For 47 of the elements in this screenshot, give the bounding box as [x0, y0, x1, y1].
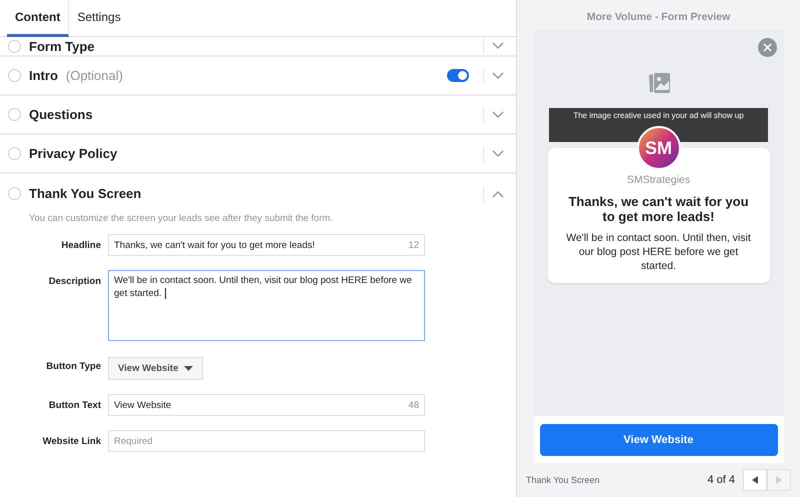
- caret-icon: [184, 366, 194, 371]
- radio-button[interactable]: [8, 187, 21, 200]
- preview-description: We'll be in contact soon. Until then, visit our blog post HERE before we get started.: [566, 231, 752, 273]
- optional-note: (Optional): [66, 68, 123, 83]
- field-label: Description: [48, 275, 102, 287]
- character-count: 12: [408, 240, 419, 250]
- tab[interactable]: Content: [7, 0, 70, 36]
- chevron-down-icon[interactable]: [492, 110, 504, 118]
- section-title: Thank You Screen: [29, 186, 142, 201]
- radio-button[interactable]: [8, 147, 21, 160]
- previous-button[interactable]: [743, 469, 767, 491]
- chevron-down-icon[interactable]: [492, 72, 504, 80]
- toggle-switch[interactable]: [447, 69, 469, 82]
- brand-logo: SM: [636, 126, 680, 170]
- character-count: 48: [408, 400, 419, 410]
- image-placeholder-note: The image creative used in your ad will show up: [573, 111, 744, 121]
- chevron-down-icon[interactable]: [492, 42, 504, 50]
- button-type-dropdown[interactable]: View Website: [108, 357, 204, 380]
- close-icon: [762, 43, 772, 52]
- field-label: Headline: [60, 239, 102, 251]
- preview-headline: Thanks, we can't wait for you to get more leads!: [567, 194, 750, 224]
- view-website-button[interactable]: View Website: [540, 424, 778, 456]
- radio-button[interactable]: [8, 40, 21, 52]
- screen-label: Thank You Screen: [526, 475, 600, 485]
- chevron-up-icon[interactable]: [492, 190, 504, 198]
- section-title: Privacy Policy: [29, 146, 118, 161]
- field-label: Website Link: [42, 435, 102, 447]
- right-arrow-icon: [776, 476, 782, 484]
- image-icon: [646, 72, 670, 94]
- page-counter: 4 of 4: [707, 474, 735, 486]
- left-arrow-icon: [752, 476, 758, 484]
- brand-name: SMStrategies: [626, 174, 690, 186]
- text-field[interactable]: View Website 48: [108, 394, 425, 416]
- text-field[interactable]: Thanks, we can't wait for you to get more leads! 12: [108, 234, 425, 256]
- preview-title: More Volume - Form Preview: [586, 10, 730, 25]
- section-title: Form Type: [29, 38, 94, 54]
- tab[interactable]: Settings: [69, 0, 129, 36]
- radio-button[interactable]: [8, 69, 21, 82]
- chevron-down-icon[interactable]: [492, 150, 504, 158]
- field-label: Button Text: [48, 399, 102, 411]
- radio-button[interactable]: [8, 108, 21, 121]
- section-title: Questions: [29, 107, 93, 122]
- description-field[interactable]: We'll be in contact soon. Until then, visit our blog post HERE before we get started.: [108, 270, 425, 341]
- section-title: Intro: [29, 68, 58, 83]
- close-button[interactable]: [758, 38, 776, 57]
- field-label: Button Type: [45, 360, 102, 372]
- section-hint: You can customize the screen your leads see after they submit the form.: [28, 213, 334, 226]
